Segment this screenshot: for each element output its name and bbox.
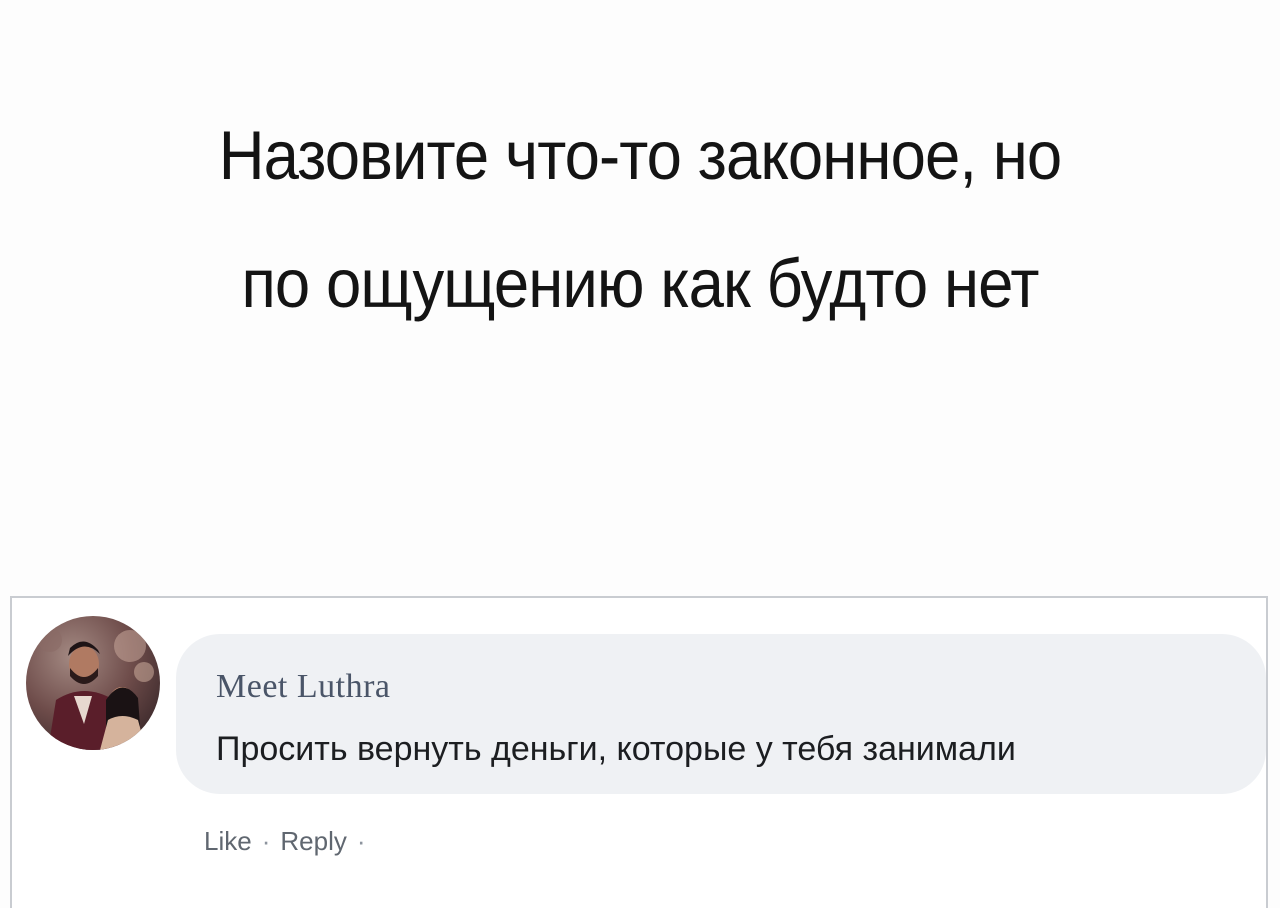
caption-line-2: по ощущению как будто нет (241, 245, 1039, 322)
meme-caption: Назовите что-то законное, но по ощущению… (51, 92, 1229, 348)
action-separator: · (261, 826, 271, 856)
meme-page: Назовите что-то законное, но по ощущению… (0, 0, 1280, 908)
avatar[interactable] (26, 616, 160, 750)
comment-text: Просить вернуть деньги, которые у тебя з… (216, 730, 1016, 768)
comment-panel: Meet Luthra Просить вернуть деньги, кото… (10, 596, 1268, 908)
comment-actions: Like · Reply · (204, 826, 376, 857)
comment-author[interactable]: Meet Luthra (216, 668, 391, 706)
caption-line-1: Назовите что-то законное, но (218, 117, 1063, 194)
comment-bubble: Meet Luthra Просить вернуть деньги, кото… (176, 634, 1266, 794)
avatar-photo-icon (26, 616, 160, 750)
reply-button[interactable]: Reply (280, 826, 346, 857)
action-separator-trailing: · (356, 826, 366, 856)
like-button[interactable]: Like (204, 826, 252, 857)
